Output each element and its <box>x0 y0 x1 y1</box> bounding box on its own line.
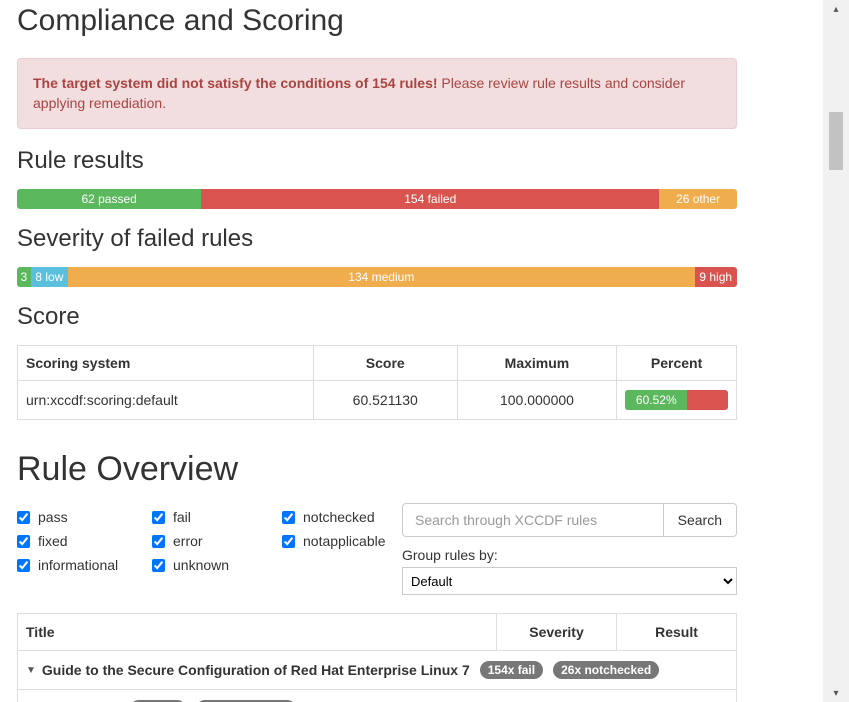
filter-fixed[interactable]: fixed <box>17 533 142 549</box>
rule-results-passed-seg: 62 passed <box>17 189 201 209</box>
filter-row: pass fixed informational fail error unkn… <box>17 503 737 595</box>
severity-high-seg: 9 high <box>695 267 737 287</box>
score-col-max: Maximum <box>457 346 616 381</box>
vertical-scrollbar[interactable]: ▴ ▾ <box>823 0 849 702</box>
score-col-percent: Percent <box>617 346 737 381</box>
badge-fail: 154x fail <box>480 661 543 679</box>
rules-col-result: Result <box>617 614 737 651</box>
search-group: Search <box>402 503 737 537</box>
score-max-value: 100.000000 <box>457 381 616 420</box>
group-by-label: Group rules by: <box>402 547 737 563</box>
score-percent-cell: 60.52% <box>617 381 737 420</box>
chevron-down-icon: ▼ <box>26 665 36 676</box>
severity-low-seg: 8 low <box>31 267 68 287</box>
filter-error[interactable]: error <box>152 533 272 549</box>
filter-fail-checkbox[interactable] <box>152 511 165 524</box>
filter-notapplicable-checkbox[interactable] <box>282 535 295 548</box>
rules-table: Title Severity Result ▼ Guide to the Sec… <box>17 613 737 702</box>
filter-fail[interactable]: fail <box>152 509 272 525</box>
filter-informational[interactable]: informational <box>17 557 142 573</box>
heading-severity: Severity of failed rules <box>17 225 737 253</box>
filter-pass[interactable]: pass <box>17 509 142 525</box>
search-button[interactable]: Search <box>663 503 737 537</box>
filter-notapplicable[interactable]: notapplicable <box>282 533 402 549</box>
alert-strong-text: The target system did not satisfy the co… <box>33 75 438 91</box>
filter-error-checkbox[interactable] <box>152 535 165 548</box>
rule-results-bar: 62 passed 154 failed 26 other <box>17 189 737 209</box>
scrollbar-arrow-down-icon[interactable]: ▾ <box>823 684 849 702</box>
filter-unknown-checkbox[interactable] <box>152 559 165 572</box>
rules-tree-row-1[interactable]: ▼ Services 18x fail 2x notchecked <box>18 690 737 702</box>
rules-row-title: Guide to the Secure Configuration of Red… <box>42 662 470 678</box>
score-col-score: Score <box>313 346 457 381</box>
filter-unknown[interactable]: unknown <box>152 557 272 573</box>
score-percent-fill: 60.52% <box>625 390 687 410</box>
main-scroll-area[interactable]: Compliance and Scoring The target system… <box>0 0 823 702</box>
heading-compliance: Compliance and Scoring <box>17 4 737 38</box>
score-col-system: Scoring system <box>18 346 314 381</box>
filter-notchecked[interactable]: notchecked <box>282 509 402 525</box>
score-value: 60.521130 <box>313 381 457 420</box>
severity-bar: 3 8 low 134 medium 9 high <box>17 267 737 287</box>
scrollbar-thumb[interactable] <box>829 112 843 170</box>
group-by-select[interactable]: Default <box>402 567 737 595</box>
heading-rule-overview: Rule Overview <box>17 450 737 489</box>
scrollbar-arrow-up-icon[interactable]: ▴ <box>823 0 849 18</box>
filter-fixed-checkbox[interactable] <box>17 535 30 548</box>
alert-failed-rules: The target system did not satisfy the co… <box>17 58 737 129</box>
heading-score: Score <box>17 303 737 331</box>
score-row: urn:xccdf:scoring:default 60.521130 100.… <box>18 381 737 420</box>
filter-notchecked-checkbox[interactable] <box>282 511 295 524</box>
score-percent-bar: 60.52% <box>625 390 728 410</box>
badge-notchecked: 26x notchecked <box>553 661 659 679</box>
score-system-value: urn:xccdf:scoring:default <box>18 381 314 420</box>
rule-results-failed-seg: 154 failed <box>201 189 659 209</box>
severity-medium-seg: 134 medium <box>68 267 694 287</box>
rules-col-severity: Severity <box>497 614 617 651</box>
rule-results-other-seg: 26 other <box>659 189 737 209</box>
score-table: Scoring system Score Maximum Percent urn… <box>17 345 737 420</box>
rules-tree-row-0[interactable]: ▼ Guide to the Secure Configuration of R… <box>18 651 737 690</box>
filter-pass-checkbox[interactable] <box>17 511 30 524</box>
search-input[interactable] <box>402 503 663 537</box>
heading-rule-results: Rule results <box>17 147 737 175</box>
rules-col-title: Title <box>18 614 497 651</box>
filter-informational-checkbox[interactable] <box>17 559 30 572</box>
severity-other-seg: 3 <box>17 267 31 287</box>
